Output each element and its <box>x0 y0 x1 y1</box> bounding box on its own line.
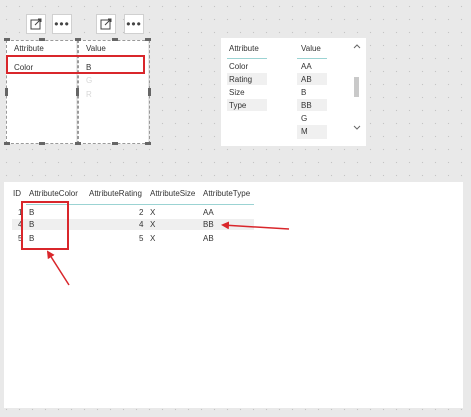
header-underline <box>227 58 267 59</box>
column-header-attributetype[interactable]: AttributeType <box>203 189 250 198</box>
focus-mode-icon <box>30 18 42 30</box>
column-header-attributecolor[interactable]: AttributeColor <box>29 189 78 198</box>
resize-handle[interactable] <box>75 38 81 41</box>
resize-handle[interactable] <box>75 142 81 145</box>
matrix-value-m: M <box>301 127 308 136</box>
column-header-id[interactable]: ID <box>13 189 21 198</box>
matrix-header-attribute: Attribute <box>229 44 259 53</box>
cell-attributerating: 4 <box>139 220 144 229</box>
resize-handle[interactable] <box>112 38 118 41</box>
resize-handle[interactable] <box>39 38 45 41</box>
matrix-attribute-type: Type <box>229 101 247 110</box>
matrix-value-ab: AB <box>301 75 312 84</box>
matrix-value-aa: AA <box>301 62 312 71</box>
resize-handle[interactable] <box>4 38 10 41</box>
cell-attributetype: BB <box>203 220 214 229</box>
matrix-attribute-rating: Rating <box>229 75 253 84</box>
cell-attributesize: X <box>150 234 156 243</box>
resize-handle[interactable] <box>39 142 45 145</box>
cell-attributesize: X <box>150 208 156 217</box>
more-options-button[interactable]: ••• <box>52 14 72 34</box>
details-table[interactable] <box>4 182 463 408</box>
header-underline <box>297 58 327 59</box>
resize-handle[interactable] <box>5 88 8 96</box>
chevron-down-icon[interactable] <box>353 123 361 131</box>
resize-handle[interactable] <box>76 88 79 96</box>
cell-attributetype: AA <box>203 208 214 217</box>
matrix-value-g: G <box>301 114 308 123</box>
scroll-thumb[interactable] <box>354 77 359 97</box>
cell-attributerating: 2 <box>139 208 144 217</box>
matrix-scrollbar[interactable] <box>353 43 361 133</box>
resize-handle[interactable] <box>145 142 151 145</box>
cell-attributerating: 5 <box>139 234 144 243</box>
highlight-selected-color-b <box>6 55 145 74</box>
highlight-attributecolor-column <box>21 201 69 250</box>
focus-mode-button-2[interactable] <box>96 14 116 34</box>
resize-handle[interactable] <box>4 142 10 145</box>
resize-handle[interactable] <box>145 38 151 41</box>
more-options-button-2[interactable]: ••• <box>124 14 144 34</box>
column-header-attributesize[interactable]: AttributeSize <box>150 189 195 198</box>
more-options-icon: ••• <box>126 17 142 31</box>
matrix-attribute-size: Size <box>229 88 245 97</box>
matrix-header-value: Value <box>301 44 321 53</box>
focus-mode-icon <box>100 18 112 30</box>
matrix-value-b: B <box>301 88 307 97</box>
resize-handle[interactable] <box>112 142 118 145</box>
matrix-value-bb: BB <box>301 101 312 110</box>
chevron-up-icon[interactable] <box>353 43 361 51</box>
more-options-icon: ••• <box>54 17 70 31</box>
matrix-attribute-color: Color <box>229 62 249 71</box>
resize-handle[interactable] <box>148 88 151 96</box>
cell-attributetype: AB <box>203 234 214 243</box>
focus-mode-button[interactable] <box>26 14 46 34</box>
cell-attributesize: X <box>150 220 156 229</box>
column-header-attributerating[interactable]: AttributeRating <box>89 189 142 198</box>
